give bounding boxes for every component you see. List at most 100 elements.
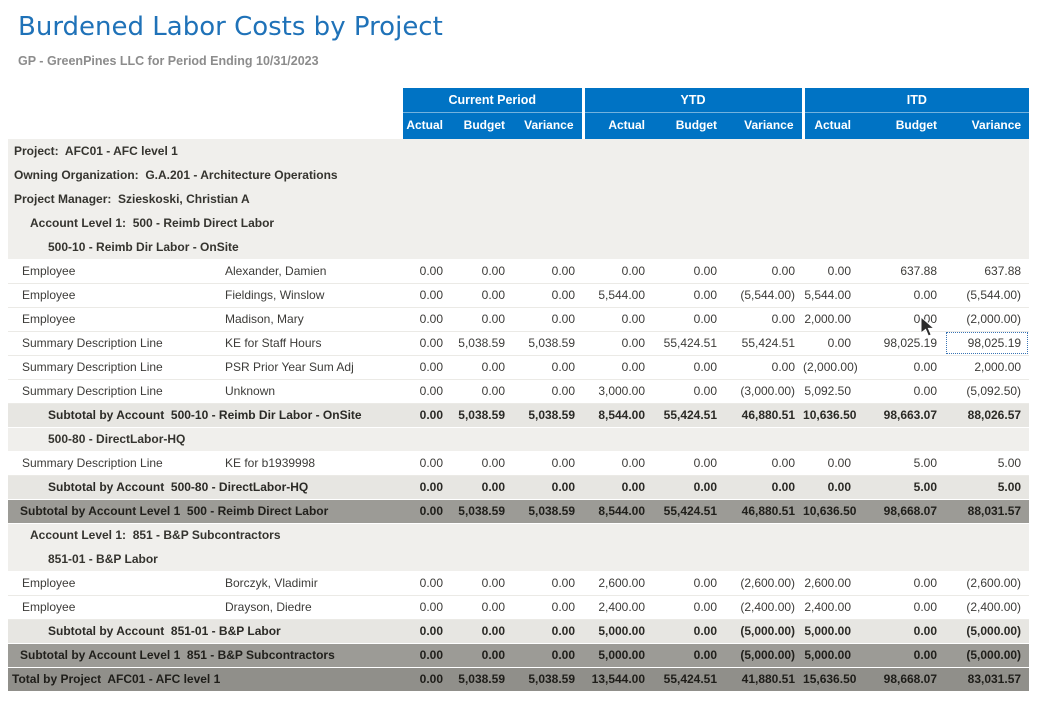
value-cell[interactable]: (2,600.00)	[945, 571, 1029, 595]
value-cell[interactable]: 0.00	[403, 331, 451, 355]
value-cell[interactable]: 5,038.59	[451, 499, 513, 523]
value-cell[interactable]: 0.00	[653, 643, 725, 667]
value-cell[interactable]: 0.00	[513, 379, 583, 403]
value-cell[interactable]: 55,424.51	[725, 331, 803, 355]
value-cell[interactable]: 0.00	[653, 307, 725, 331]
value-cell[interactable]: 2,600.00	[803, 571, 859, 595]
value-cell[interactable]: 0.00	[451, 259, 513, 283]
value-cell[interactable]: (5,544.00)	[945, 283, 1029, 307]
value-cell[interactable]: 5,000.00	[803, 619, 859, 643]
value-cell[interactable]: 0.00	[653, 379, 725, 403]
value-cell[interactable]: (5,092.50)	[945, 379, 1029, 403]
value-cell[interactable]: 55,424.51	[653, 667, 725, 691]
value-cell[interactable]: 0.00	[513, 355, 583, 379]
value-cell[interactable]: 98,668.07	[859, 499, 945, 523]
value-cell[interactable]: (5,000.00)	[945, 643, 1029, 667]
value-cell[interactable]: 0.00	[653, 571, 725, 595]
value-cell[interactable]: 0.00	[653, 619, 725, 643]
value-cell[interactable]: 83,031.57	[945, 667, 1029, 691]
value-cell[interactable]: (3,000.00)	[725, 379, 803, 403]
value-cell[interactable]: 88,026.57	[945, 403, 1029, 427]
value-cell[interactable]: 0.00	[451, 571, 513, 595]
value-cell[interactable]: 0.00	[403, 595, 451, 619]
value-cell[interactable]: 0.00	[513, 451, 583, 475]
value-cell[interactable]: 0.00	[653, 355, 725, 379]
value-cell[interactable]: 5,000.00	[583, 643, 653, 667]
value-cell[interactable]: 0.00	[403, 283, 451, 307]
value-cell[interactable]: 8,544.00	[583, 499, 653, 523]
value-cell[interactable]: 0.00	[725, 451, 803, 475]
value-cell[interactable]: 5,000.00	[583, 619, 653, 643]
value-cell[interactable]: 55,424.51	[653, 499, 725, 523]
value-cell[interactable]: 637.88	[859, 259, 945, 283]
value-cell[interactable]: 5,038.59	[451, 403, 513, 427]
value-cell[interactable]: 0.00	[513, 475, 583, 499]
value-cell[interactable]: 0.00	[803, 259, 859, 283]
value-cell[interactable]: 0.00	[583, 451, 653, 475]
value-cell[interactable]: (2,000.00)	[945, 307, 1029, 331]
value-cell[interactable]: 0.00	[803, 331, 859, 355]
value-cell[interactable]: 0.00	[583, 331, 653, 355]
value-cell[interactable]: 10,636.50	[803, 499, 859, 523]
value-cell[interactable]: 0.00	[451, 643, 513, 667]
value-cell[interactable]: 0.00	[653, 283, 725, 307]
value-cell[interactable]: 55,424.51	[653, 331, 725, 355]
value-cell[interactable]: 0.00	[403, 403, 451, 427]
value-cell[interactable]: 0.00	[451, 307, 513, 331]
value-cell[interactable]: 0.00	[403, 571, 451, 595]
value-cell[interactable]: (2,400.00)	[725, 595, 803, 619]
value-cell[interactable]: 5,544.00	[583, 283, 653, 307]
value-cell[interactable]: 3,000.00	[583, 379, 653, 403]
value-cell[interactable]: 0.00	[513, 571, 583, 595]
value-cell[interactable]: 13,544.00	[583, 667, 653, 691]
value-cell[interactable]: 0.00	[513, 643, 583, 667]
value-cell[interactable]: 0.00	[513, 307, 583, 331]
value-cell[interactable]: 0.00	[859, 379, 945, 403]
value-cell[interactable]: 5,038.59	[513, 331, 583, 355]
value-cell[interactable]: 0.00	[725, 259, 803, 283]
value-cell[interactable]: 5,544.00	[803, 283, 859, 307]
value-cell[interactable]: 98,668.07	[859, 667, 945, 691]
value-cell[interactable]: 0.00	[451, 475, 513, 499]
value-cell[interactable]: 0.00	[403, 379, 451, 403]
value-cell[interactable]: (5,000.00)	[725, 619, 803, 643]
value-cell[interactable]: 0.00	[803, 475, 859, 499]
value-cell[interactable]: 0.00	[403, 259, 451, 283]
value-cell[interactable]: 55,424.51	[653, 403, 725, 427]
value-cell[interactable]: 10,636.50	[803, 403, 859, 427]
value-cell[interactable]: 0.00	[451, 355, 513, 379]
value-cell[interactable]: 0.00	[583, 475, 653, 499]
value-cell[interactable]: 0.00	[725, 307, 803, 331]
value-cell[interactable]: 0.00	[451, 619, 513, 643]
value-cell[interactable]: 2,400.00	[803, 595, 859, 619]
value-cell[interactable]: 0.00	[859, 619, 945, 643]
value-cell[interactable]: 0.00	[451, 595, 513, 619]
value-cell[interactable]: 0.00	[451, 283, 513, 307]
value-cell[interactable]: 5,092.50	[803, 379, 859, 403]
value-cell[interactable]: 5,038.59	[513, 499, 583, 523]
value-cell[interactable]: 2,600.00	[583, 571, 653, 595]
value-cell[interactable]: 2,400.00	[583, 595, 653, 619]
value-cell[interactable]: (2,400.00)	[945, 595, 1029, 619]
value-cell[interactable]: 46,880.51	[725, 499, 803, 523]
value-cell[interactable]: 0.00	[403, 499, 451, 523]
value-cell[interactable]: 2,000.00	[803, 307, 859, 331]
value-cell[interactable]: 0.00	[859, 355, 945, 379]
value-cell[interactable]: 0.00	[513, 595, 583, 619]
value-cell[interactable]: 0.00	[403, 475, 451, 499]
value-cell[interactable]: (5,544.00)	[725, 283, 803, 307]
value-cell[interactable]: 41,880.51	[725, 667, 803, 691]
value-cell[interactable]: 0.00	[403, 643, 451, 667]
value-cell[interactable]: 0.00	[513, 283, 583, 307]
value-cell[interactable]: 46,880.51	[725, 403, 803, 427]
value-cell[interactable]: 0.00	[653, 475, 725, 499]
value-cell[interactable]: 0.00	[403, 355, 451, 379]
value-cell[interactable]: (2,000.00)	[803, 355, 859, 379]
value-cell[interactable]: 15,636.50	[803, 667, 859, 691]
value-cell[interactable]: 98,663.07	[859, 403, 945, 427]
value-cell[interactable]: 5,038.59	[513, 667, 583, 691]
value-cell[interactable]: 0.00	[403, 667, 451, 691]
value-cell[interactable]: 0.00	[403, 451, 451, 475]
value-cell[interactable]: 0.00	[583, 259, 653, 283]
value-cell[interactable]: 0.00	[859, 643, 945, 667]
